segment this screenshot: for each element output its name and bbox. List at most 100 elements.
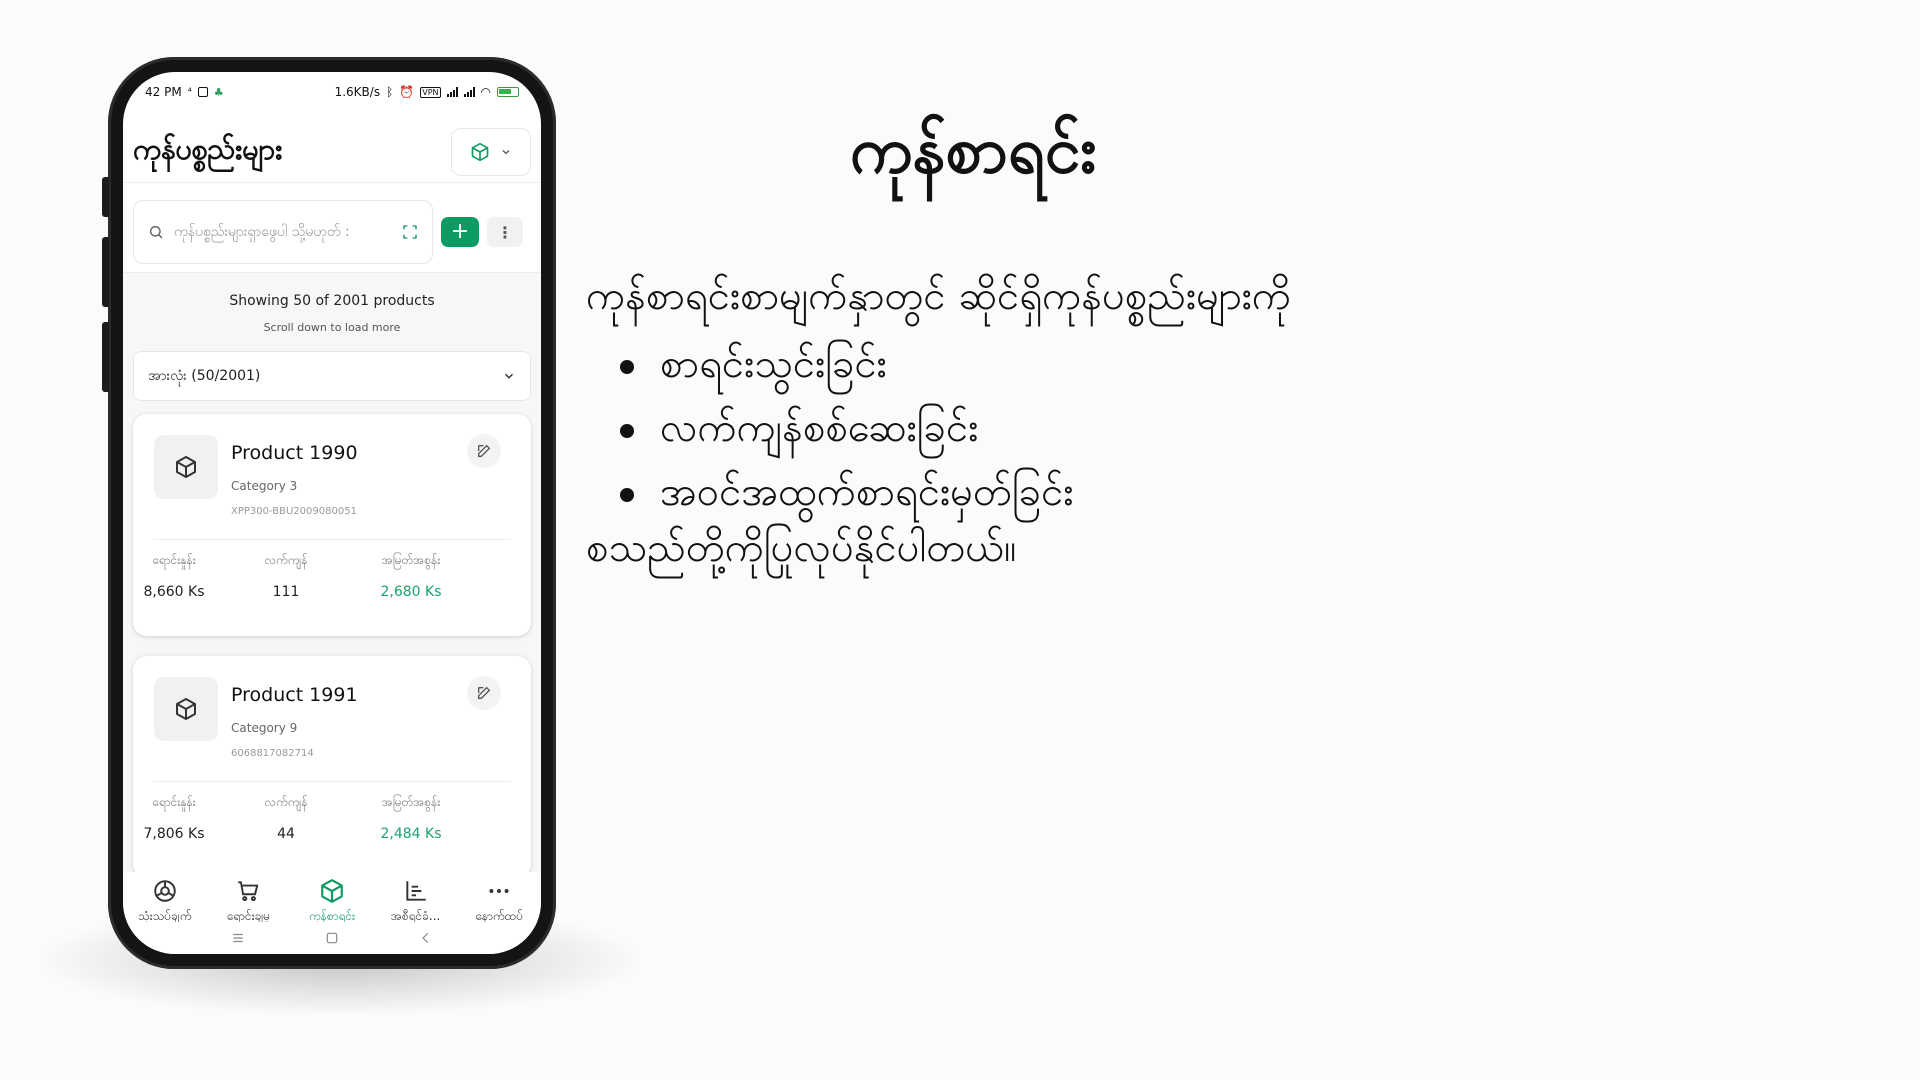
product-sku: 6068817082714 xyxy=(231,748,314,759)
phone-volume-down xyxy=(102,322,109,392)
search-icon xyxy=(149,225,163,239)
stock-stat: လက်ကျန် 44 xyxy=(226,794,346,842)
more-options-button[interactable]: ⋮ xyxy=(487,217,523,247)
wifi-icon: ◠ xyxy=(480,85,491,99)
notification-icon: ⁴ xyxy=(187,86,192,98)
chevron-down-icon xyxy=(504,373,514,379)
edit-button[interactable] xyxy=(467,434,501,468)
add-product-button[interactable]: + xyxy=(441,217,479,247)
profit-stat: အမြတ်အစွန်း 2,484 Ks xyxy=(351,794,471,842)
edit-icon xyxy=(478,444,491,457)
nav-item-dashboard[interactable]: သုံးသပ်ချက် xyxy=(123,878,207,926)
nav-item-reports[interactable]: အစီရင်ခံ... xyxy=(374,878,458,926)
price-value: 7,806 Ks xyxy=(143,826,205,842)
price-label: ရောင်းနှုန်း xyxy=(152,553,196,567)
slide-outro: စသည်တို့ကိုပြုလုပ်နိုင်ပါတယ်။ xyxy=(586,525,1017,571)
network-speed: 1.6KB/s xyxy=(334,85,381,99)
product-card[interactable]: Product 1991 Category 9 6068817082714 ရေ… xyxy=(133,656,531,878)
profit-value: 2,484 Ks xyxy=(380,826,442,842)
bullet-dot xyxy=(620,424,634,438)
profit-label: အမြတ်အစွန်း xyxy=(381,795,441,809)
stock-value: 44 xyxy=(277,826,295,842)
cube-icon xyxy=(176,456,196,478)
edit-button[interactable] xyxy=(467,676,501,710)
product-category: Category 9 xyxy=(231,721,298,735)
product-name: Product 1990 xyxy=(231,442,358,464)
profit-stat: အမြတ်အစွန်း 2,680 Ks xyxy=(351,552,471,600)
menu-icon[interactable] xyxy=(231,931,245,945)
app-notification-icon: ♣ xyxy=(213,85,224,99)
stock-label: လက်ကျန် xyxy=(264,553,308,567)
search-row: ကုန်ပစ္စည်းများရှာဖွေပါ သို့မဟုတ် : + ⋮ xyxy=(133,200,531,264)
header-divider xyxy=(123,182,541,183)
page-title: ကုန်ပစ္စည်းများ xyxy=(133,131,283,166)
price-label: ရောင်းနှုန်း xyxy=(152,795,196,809)
battery-icon xyxy=(497,87,519,97)
more-icon xyxy=(489,889,509,893)
chevron-down-icon xyxy=(502,150,510,155)
status-time: 42 PM xyxy=(145,85,182,99)
product-card[interactable]: Product 1990 Category 3 XPP300-BBU200908… xyxy=(133,414,531,636)
back-icon[interactable] xyxy=(419,931,433,945)
search-input[interactable]: ကုန်ပစ္စည်းများရှာဖွေပါ သို့မဟုတ် : xyxy=(133,200,433,264)
bullet-dot xyxy=(620,488,634,502)
product-category: Category 3 xyxy=(231,479,298,493)
product-thumbnail xyxy=(154,435,218,499)
signal-icon xyxy=(446,87,458,97)
report-icon xyxy=(405,881,426,901)
phone-screen: 42 PM ⁴ ♣ 1.6KB/s ᛒ ⏰ VPN ◠ ကုန်ပစ္စည်းမ… xyxy=(123,72,541,954)
cube-icon xyxy=(321,879,343,903)
stock-value: 111 xyxy=(272,584,300,600)
screenshot-icon xyxy=(197,87,208,97)
bullet-dot xyxy=(620,360,634,374)
vpn-badge: VPN xyxy=(420,86,441,98)
bullet-item: လက်ကျန်စစ်ဆေးခြင်း xyxy=(620,399,1074,463)
alarm-icon: ⏰ xyxy=(399,85,415,99)
product-thumbnail xyxy=(154,677,218,741)
bullet-text: အဝင်အထွက်စာရင်းမှတ်ခြင်း xyxy=(660,468,1074,515)
phone-volume-up xyxy=(102,237,109,307)
profit-value: 2,680 Ks xyxy=(380,584,442,600)
phone-frame: 42 PM ⁴ ♣ 1.6KB/s ᛒ ⏰ VPN ◠ ကုန်ပစ္စည်းမ… xyxy=(102,57,556,969)
store-selector[interactable] xyxy=(451,128,531,176)
showing-count: Showing 50 of 2001 products xyxy=(229,293,435,309)
profit-label: အမြတ်အစွန်း xyxy=(381,553,441,567)
nav-item-inventory[interactable]: ကုန်စာရင်း xyxy=(290,878,374,926)
bullet-item: စာရင်းသွင်းခြင်း xyxy=(620,335,1074,399)
nav-item-more[interactable]: နောက်ထပ် xyxy=(457,878,541,926)
cart-icon xyxy=(238,881,259,902)
edit-icon xyxy=(478,686,491,699)
app-header: ကုန်ပစ္စည်းများ xyxy=(123,117,541,187)
stock-label: လက်ကျန် xyxy=(264,795,308,809)
scroll-hint: Scroll down to load more xyxy=(263,321,401,334)
product-sku: XPP300-BBU2009080051 xyxy=(231,506,357,517)
slide-heading: ကုန်စာရင်း xyxy=(850,114,1097,188)
slide-intro: ကုန်စာရင်းစာမျက်နှာတွင် ဆိုင်ရှိကုန်ပစ္စ… xyxy=(586,273,1292,319)
system-nav-bar xyxy=(123,922,541,954)
price-stat: ရောင်းနှုန်း 7,806 Ks xyxy=(123,794,234,842)
cube-icon xyxy=(471,142,489,162)
bottom-nav: သုံးသပ်ချက် ရောင်းချမှု ကုန်စာရင်း အစီရင… xyxy=(123,872,541,926)
scan-icon[interactable] xyxy=(402,224,418,240)
cube-icon xyxy=(176,698,196,720)
nav-item-sales[interactable]: ရောင်းချမှု xyxy=(207,878,291,926)
phone-side-button xyxy=(102,177,109,217)
bullet-text: လက်ကျန်စစ်ဆေးခြင်း xyxy=(660,404,979,451)
bullet-text: စာရင်းသွင်းခြင်း xyxy=(660,340,887,387)
search-placeholder: ကုန်ပစ္စည်းများရှာဖွေပါ သို့မဟုတ် : xyxy=(174,223,350,240)
bullet-item: အဝင်အထွက်စာရင်းမှတ်ခြင်း xyxy=(620,463,1074,527)
signal-icon-2 xyxy=(463,87,475,97)
stock-stat: လက်ကျန် 111 xyxy=(226,552,346,600)
dashboard-icon xyxy=(154,880,176,902)
filter-value: အားလုံး (50/2001) xyxy=(148,367,261,384)
bluetooth-icon: ᛒ xyxy=(386,85,394,99)
product-list[interactable]: Showing 50 of 2001 products Scroll down … xyxy=(123,272,541,878)
status-bar: 42 PM ⁴ ♣ 1.6KB/s ᛒ ⏰ VPN ◠ xyxy=(123,72,541,102)
card-divider xyxy=(153,781,511,782)
category-filter[interactable]: အားလုံး (50/2001) xyxy=(133,351,531,401)
card-divider xyxy=(153,539,511,540)
home-icon[interactable] xyxy=(325,931,339,945)
price-value: 8,660 Ks xyxy=(143,584,205,600)
product-name: Product 1991 xyxy=(231,684,358,706)
slide-bullet-list: စာရင်းသွင်းခြင်း လက်ကျန်စစ်ဆေးခြင်း အဝင်… xyxy=(620,335,1074,527)
